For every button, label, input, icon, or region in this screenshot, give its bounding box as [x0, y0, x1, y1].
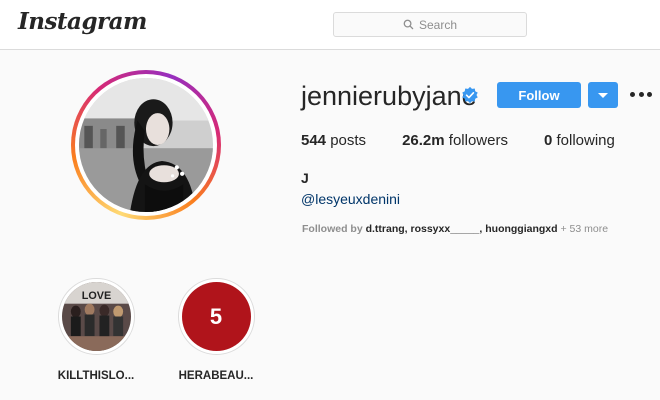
profile-avatar[interactable] [71, 70, 221, 220]
followed-by-more: + 53 more [560, 223, 609, 235]
followed-by-names: d.ttrang, rossyxx_____, huonggiangxd [365, 223, 558, 235]
stat-followers[interactable]: 26.2m followers [402, 132, 508, 149]
follow-button[interactable]: Follow [497, 82, 581, 108]
stat-following[interactable]: 0 following [544, 132, 615, 149]
instagram-logo[interactable]: Instagram [18, 8, 147, 35]
stat-posts: 544 posts [301, 132, 367, 149]
dot-icon [638, 92, 644, 97]
search-icon [403, 19, 414, 30]
chevron-down-icon [598, 92, 608, 98]
story-highlight[interactable]: LOVE KILLTHISLO... [56, 278, 136, 382]
followed-by-text[interactable]: Followed by d.ttrang, rossyxx_____, huon… [302, 223, 608, 235]
dot-icon [630, 92, 635, 97]
verified-badge-icon [462, 86, 478, 104]
profile-full-name: J [301, 170, 309, 186]
highlight-label: KILLTHISLO... [57, 370, 135, 382]
profile-username: jennierubyjane [301, 81, 477, 111]
search-input[interactable] [419, 17, 457, 32]
avatar-photo [79, 78, 213, 212]
search-box[interactable] [333, 12, 527, 37]
bio-mention-link[interactable]: @lesyeuxdenini [301, 191, 400, 207]
profile-stats: 544 posts 26.2m followers 0 following [301, 132, 651, 149]
highlight-cover-image: LOVE [61, 282, 131, 351]
highlight-cover-badge: 5 [181, 282, 251, 351]
more-options-button[interactable] [630, 92, 652, 98]
dot-icon [647, 92, 652, 97]
highlight-label: HERABEAU... [178, 370, 254, 382]
story-highlight[interactable]: 5 HERABEAU... [176, 278, 256, 382]
svg-text:LOVE: LOVE [81, 290, 110, 302]
top-navigation-bar: Instagram [0, 0, 660, 50]
suggested-accounts-dropdown-button[interactable] [588, 82, 618, 108]
